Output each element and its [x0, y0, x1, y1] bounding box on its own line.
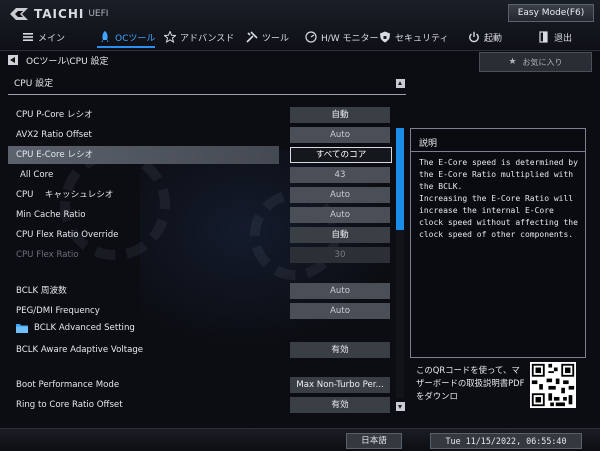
breadcrumb: OCツール\CPU 設定 [8, 52, 109, 68]
tab-tools[interactable]: ツール [246, 27, 289, 47]
setting-row-e-core-ratio[interactable]: CPU E-Core レシオ すべてのコア [8, 146, 392, 164]
logo-text: TAICHI [34, 7, 85, 21]
setting-value[interactable]: 有効 [290, 342, 390, 358]
setting-value[interactable]: Auto [290, 207, 390, 223]
scroll-down-icon[interactable] [396, 402, 405, 411]
star-icon: ★ [508, 57, 517, 67]
setting-row-min-cache-ratio[interactable]: Min Cache Ratio Auto [8, 206, 390, 224]
setting-label: BCLK Aware Adaptive Voltage [16, 345, 144, 355]
setting-row-ring-core-offset[interactable]: Ring to Core Ratio Offset 有効 [8, 396, 390, 414]
active-tab-indicator [97, 46, 155, 48]
tab-security[interactable]: セキュリティ [379, 27, 448, 47]
description-panel: 説明 The E-Core speed is determined by the… [410, 128, 586, 358]
tab-boot-label: 起動 [484, 33, 503, 44]
tab-hw-monitor-label: H/W モニター [321, 33, 379, 44]
main-nav: メイン OCツール アドバンスド ツール H/W モニター セキュリティ 起動 … [0, 27, 600, 47]
setting-row-bclk-frequency[interactable]: BCLK 周波数 Auto [8, 282, 390, 300]
qr-caption: このQRコードを使って、マザーボードの取扱説明書PDFをダウンロ [416, 365, 525, 401]
setting-row-bclk-aware-voltage[interactable]: BCLK Aware Adaptive Voltage 有効 [8, 341, 390, 359]
exit-icon [539, 31, 548, 43]
setting-label: BCLK 周波数 [16, 286, 67, 296]
setting-value: 30 [290, 247, 390, 263]
setting-value[interactable]: Auto [290, 303, 390, 319]
qr-code-icon [530, 362, 576, 408]
setting-row-avx2-offset[interactable]: AVX2 Ratio Offset Auto [8, 126, 390, 144]
setting-row-p-core-ratio[interactable]: CPU P-Core レシオ 自動 [8, 106, 390, 124]
setting-value[interactable]: 有効 [290, 397, 390, 413]
setting-label: CPU P-Core レシオ [16, 110, 93, 120]
setting-label: BCLK Advanced Setting [34, 323, 135, 333]
setting-label: CPU Flex Ratio Override [16, 230, 119, 240]
favorites-button[interactable]: ★ お気に入り [479, 52, 592, 72]
setting-row-cache-ratio[interactable]: CPU キャッシュレシオ Auto [8, 186, 390, 204]
tab-tools-label: ツール [262, 33, 290, 44]
tab-hw-monitor[interactable]: H/W モニター [305, 27, 379, 47]
shield-icon [380, 31, 390, 43]
easy-mode-button[interactable]: Easy Mode(F6) [508, 4, 594, 22]
setting-row-flex-ratio-override[interactable]: CPU Flex Ratio Override 自動 [8, 226, 390, 244]
setting-label: AVX2 Ratio Offset [16, 130, 92, 140]
tab-main-label: メイン [38, 33, 66, 44]
tab-security-label: セキュリティ [395, 33, 449, 44]
tab-main[interactable]: メイン [22, 27, 65, 47]
rocket-icon [101, 31, 109, 42]
description-title: 説明 [419, 139, 438, 149]
scrollbar-thumb[interactable] [396, 128, 404, 230]
setting-row-boot-performance-mode[interactable]: Boot Performance Mode Max Non-Turbo Per.… [8, 376, 390, 394]
settings-scrollbar[interactable] [396, 128, 404, 398]
setting-label: CPU E-Core レシオ [16, 150, 94, 160]
power-icon [469, 31, 479, 43]
description-text: The E-Core speed is determined by the E-… [419, 158, 578, 239]
tab-oc-tools-label: OCツール [115, 33, 156, 44]
setting-value[interactable]: Auto [290, 127, 390, 143]
back-icon[interactable] [8, 55, 18, 65]
setting-row-peg-dmi-frequency[interactable]: PEG/DMI Frequency Auto [8, 302, 390, 320]
breadcrumb-path: OCツール\CPU 設定 [26, 56, 109, 67]
setting-row-bclk-advanced[interactable]: BCLK Advanced Setting [8, 319, 390, 337]
taichi-logo-icon [10, 8, 28, 20]
setting-value[interactable]: Auto [290, 283, 390, 299]
logo-suffix: UEFI [88, 9, 109, 19]
setting-value[interactable]: Max Non-Turbo Per... [290, 377, 390, 393]
menu-icon [23, 33, 33, 41]
setting-label: Boot Performance Mode [16, 380, 120, 390]
description-divider [411, 151, 585, 152]
section-divider [8, 94, 406, 95]
scroll-up-icon[interactable] [396, 79, 405, 88]
tab-advanced-label: アドバンスド [180, 33, 235, 44]
setting-value[interactable]: 自動 [290, 227, 390, 243]
monitor-icon [305, 31, 317, 43]
setting-value[interactable]: すべてのコア [290, 147, 392, 163]
tab-boot[interactable]: 起動 [468, 27, 502, 47]
setting-label: Min Cache Ratio [16, 210, 86, 220]
tab-advanced[interactable]: アドバンスド [164, 27, 234, 47]
tab-oc-tools[interactable]: OCツール [99, 27, 155, 47]
star-icon [164, 31, 176, 43]
tab-exit[interactable]: 退出 [538, 27, 572, 47]
setting-label: All Core [20, 170, 54, 180]
setting-label: Ring to Core Ratio Offset [16, 400, 123, 410]
language-button[interactable]: 日本語 [346, 433, 402, 449]
setting-value[interactable]: 自動 [290, 107, 390, 123]
setting-value[interactable]: 43 [290, 167, 390, 183]
setting-label: CPU Flex Ratio [16, 250, 79, 260]
setting-label: CPU キャッシュレシオ [16, 190, 114, 200]
setting-value[interactable]: Auto [290, 187, 390, 203]
setting-row-flex-ratio: CPU Flex Ratio 30 [8, 246, 390, 264]
setting-row-all-core[interactable]: All Core 43 [8, 166, 390, 184]
date-time-display: Tue 11/15/2022, 06:55:40 [430, 433, 582, 449]
tools-icon [246, 31, 258, 43]
folder-icon [16, 324, 28, 333]
setting-label: PEG/DMI Frequency [16, 306, 100, 316]
tab-exit-label: 退出 [554, 33, 573, 44]
favorites-label: お気に入り [522, 57, 563, 67]
brand-logo: TAICHI UEFI [10, 6, 108, 22]
section-title: CPU 設定 [14, 79, 54, 89]
